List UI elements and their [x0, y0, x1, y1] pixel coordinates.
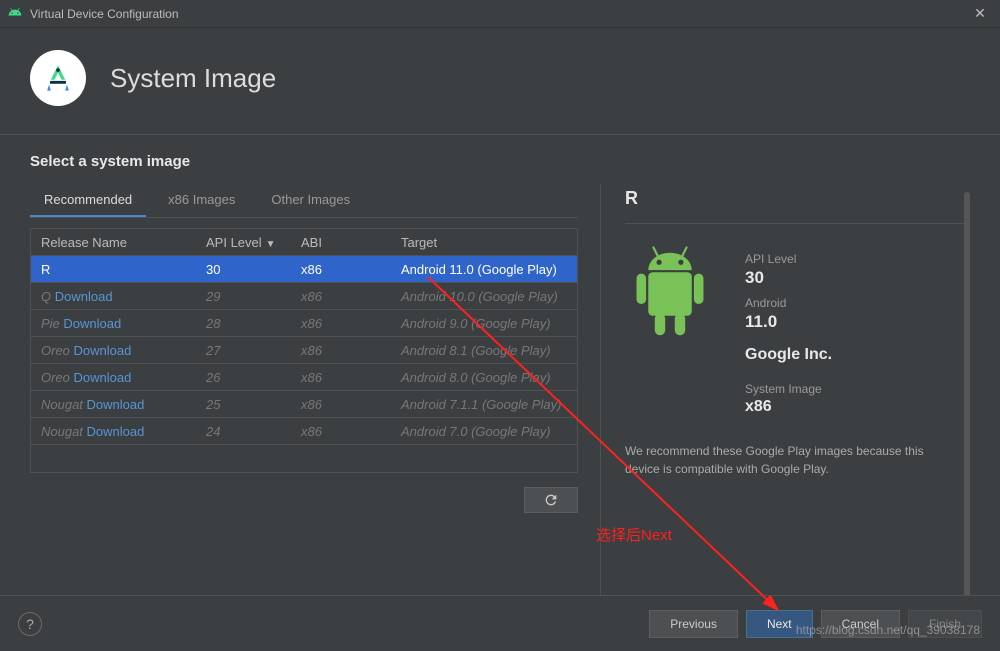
- api-level-value: 30: [745, 268, 832, 288]
- detail-info: API Level 30 Android 11.0 Google Inc. Sy…: [745, 244, 832, 416]
- cell-abi: x86: [291, 397, 391, 412]
- window-title: Virtual Device Configuration: [30, 7, 968, 21]
- download-link[interactable]: Download: [63, 316, 121, 331]
- table-row[interactable]: Pie Download28x86Android 9.0 (Google Pla…: [31, 310, 577, 337]
- cell-target: Android 7.0 (Google Play): [391, 424, 577, 439]
- finish-button[interactable]: Finish: [908, 610, 982, 638]
- refresh-button[interactable]: [524, 487, 578, 513]
- help-button[interactable]: ?: [18, 612, 42, 636]
- download-link[interactable]: Download: [74, 370, 132, 385]
- table-row[interactable]: Oreo Download26x86Android 8.0 (Google Pl…: [31, 364, 577, 391]
- cell-abi: x86: [291, 370, 391, 385]
- cell-abi: x86: [291, 289, 391, 304]
- col-header-release[interactable]: Release Name: [31, 235, 196, 250]
- previous-button[interactable]: Previous: [649, 610, 738, 638]
- api-level-label: API Level: [745, 252, 832, 266]
- tab-x86-images[interactable]: x86 Images: [154, 184, 249, 217]
- cell-release: Oreo Download: [31, 370, 196, 385]
- cell-release: Oreo Download: [31, 343, 196, 358]
- cell-api: 29: [196, 289, 291, 304]
- close-icon[interactable]: ✕: [968, 5, 992, 22]
- table-row[interactable]: R30x86Android 11.0 (Google Play): [31, 256, 577, 283]
- table-row[interactable]: Nougat Download24x86Android 7.0 (Google …: [31, 418, 577, 445]
- cell-release: Pie Download: [31, 316, 196, 331]
- titlebar: Virtual Device Configuration ✕: [0, 0, 1000, 28]
- next-button[interactable]: Next: [746, 610, 813, 638]
- cell-abi: x86: [291, 262, 391, 277]
- download-link[interactable]: Download: [55, 289, 113, 304]
- download-link[interactable]: Download: [87, 424, 145, 439]
- cell-target: Android 7.1.1 (Google Play): [391, 397, 577, 412]
- table-row[interactable]: Oreo Download27x86Android 8.1 (Google Pl…: [31, 337, 577, 364]
- system-image-label: System Image: [745, 382, 832, 396]
- cell-target: Android 10.0 (Google Play): [391, 289, 577, 304]
- system-image-table: Release Name API Level▼ ABI Target R30x8…: [30, 228, 578, 473]
- col-header-abi[interactable]: ABI: [291, 235, 391, 250]
- cell-target: Android 8.1 (Google Play): [391, 343, 577, 358]
- android-icon: [8, 5, 22, 22]
- android-robot-icon: [625, 244, 715, 344]
- cell-target: Android 8.0 (Google Play): [391, 370, 577, 385]
- cell-target: Android 9.0 (Google Play): [391, 316, 577, 331]
- cell-abi: x86: [291, 343, 391, 358]
- tab-other-images[interactable]: Other Images: [257, 184, 364, 217]
- page-title: System Image: [110, 63, 276, 94]
- col-header-api[interactable]: API Level▼: [196, 235, 291, 250]
- cell-release: Nougat Download: [31, 397, 196, 412]
- cell-abi: x86: [291, 316, 391, 331]
- download-link[interactable]: Download: [74, 343, 132, 358]
- tab-recommended[interactable]: Recommended: [30, 184, 146, 217]
- cell-api: 28: [196, 316, 291, 331]
- cell-release: Q Download: [31, 289, 196, 304]
- cell-api: 26: [196, 370, 291, 385]
- cell-api: 27: [196, 343, 291, 358]
- section-title: Select a system image: [30, 153, 970, 170]
- android-version-value: 11.0: [745, 312, 832, 332]
- cell-abi: x86: [291, 424, 391, 439]
- cell-release: Nougat Download: [31, 424, 196, 439]
- header: System Image: [0, 28, 1000, 135]
- table-header-row: Release Name API Level▼ ABI Target: [31, 229, 577, 256]
- detail-note: We recommend these Google Play images be…: [625, 442, 966, 478]
- col-header-target[interactable]: Target: [391, 235, 577, 250]
- cell-release: R: [31, 262, 196, 277]
- tabs: Recommended x86 Images Other Images: [30, 184, 578, 218]
- vendor-value: Google Inc.: [745, 346, 832, 364]
- sort-desc-icon: ▼: [266, 239, 276, 250]
- system-image-value: x86: [745, 398, 832, 416]
- refresh-icon: [543, 492, 559, 508]
- table-row[interactable]: Nougat Download25x86Android 7.1.1 (Googl…: [31, 391, 577, 418]
- download-link[interactable]: Download: [87, 397, 145, 412]
- cell-api: 25: [196, 397, 291, 412]
- cell-target: Android 11.0 (Google Play): [391, 262, 577, 277]
- android-studio-logo: [30, 50, 86, 106]
- cell-api: 30: [196, 262, 291, 277]
- detail-panel: R: [600, 184, 970, 625]
- table-row[interactable]: Q Download29x86Android 10.0 (Google Play…: [31, 283, 577, 310]
- cell-api: 24: [196, 424, 291, 439]
- android-label: Android: [745, 296, 832, 310]
- cancel-button[interactable]: Cancel: [821, 610, 900, 638]
- scrollbar[interactable]: [964, 192, 970, 617]
- detail-title: R: [625, 188, 966, 224]
- footer: ? Previous Next Cancel Finish: [0, 595, 1000, 651]
